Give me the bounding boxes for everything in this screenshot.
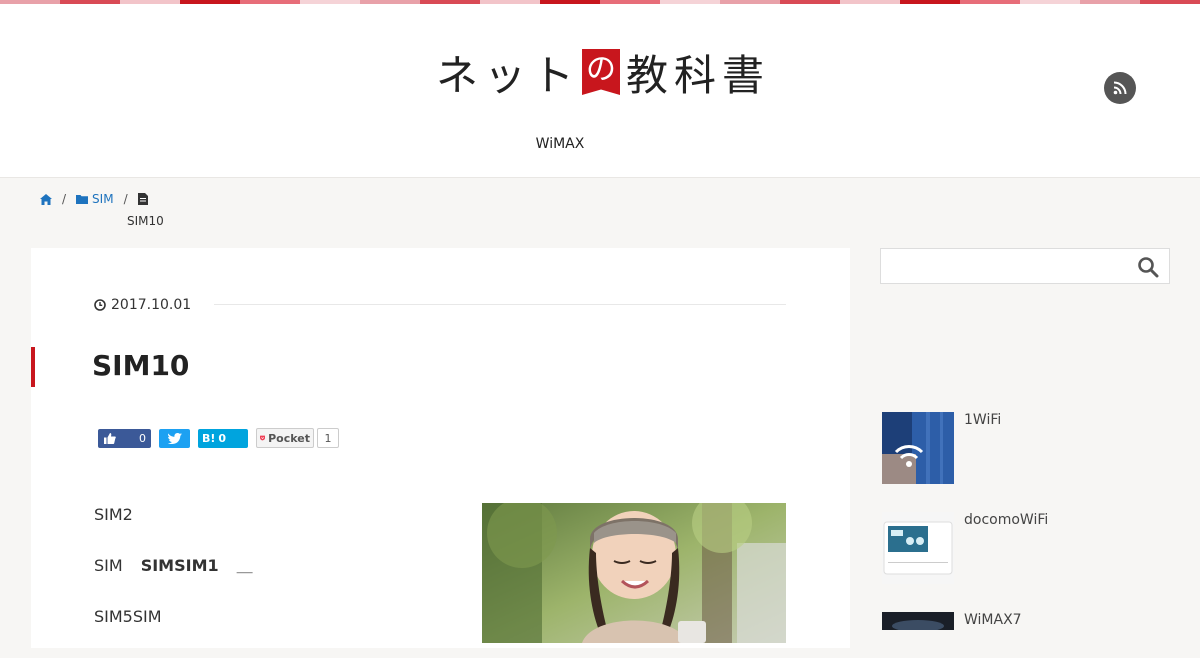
site-logo[interactable]: ネット の 教科書: [436, 44, 770, 100]
hatena-count: 0: [218, 431, 227, 445]
article-photo: [482, 503, 786, 643]
paragraph-text: ＿: [236, 556, 253, 575]
post-title: WiMAX7: [964, 612, 1022, 628]
breadcrumb-home[interactable]: [40, 193, 52, 205]
paragraph: SIM5SIM: [94, 607, 162, 626]
logo-text-after: 教科書: [626, 50, 771, 100]
title-accent-bar: [31, 347, 35, 387]
rss-icon: [1113, 81, 1127, 95]
breadcrumb-category[interactable]: SIM: [76, 192, 114, 206]
post-title: 1WiFi: [964, 412, 1002, 428]
rss-button[interactable]: [1104, 72, 1136, 104]
pocket-button[interactable]: Pocket: [256, 428, 314, 448]
share-buttons: 0 B! 0 Pocket 1: [98, 428, 339, 448]
logo-badge: の: [582, 49, 621, 95]
search-button[interactable]: [1137, 256, 1159, 278]
breadcrumb-current: SIM10: [127, 214, 164, 228]
hatena-label: B!: [202, 431, 216, 445]
logo-text-before: ネット: [436, 50, 581, 100]
post-title: docomoWiFi: [964, 512, 1049, 528]
nav-item-wimax[interactable]: WiMAX: [510, 136, 610, 152]
sidebar-search: [880, 248, 1170, 284]
search-icon: [1138, 257, 1159, 278]
breadcrumb-separator: /: [123, 192, 128, 206]
pocket-icon: [260, 435, 266, 441]
pocket-label: Pocket: [268, 431, 310, 445]
paragraph-bold-text: SIMSIM1: [140, 556, 219, 575]
article-body: SIM2 SIM SIMSIM1 ＿ SIM5SIM: [94, 505, 253, 658]
article-title: SIM10: [92, 349, 190, 382]
post-date-text: 2017.10.01: [111, 297, 192, 313]
search-input[interactable]: [881, 249, 1131, 283]
post-thumbnail: [882, 512, 954, 584]
post-date: 2017.10.01: [94, 297, 191, 313]
twitter-icon: [167, 432, 182, 444]
folder-icon: [76, 195, 89, 204]
thumbs-up-icon: [104, 432, 116, 444]
post-thumbnail: [882, 412, 954, 484]
facebook-count: 0: [139, 431, 146, 445]
article-card: 2017.10.01 SIM10 0 B! 0 Pocket 1 SIM2 SI…: [31, 248, 850, 648]
paragraph-text: SIM: [94, 556, 123, 575]
hatena-bookmark-button[interactable]: B! 0: [198, 428, 248, 448]
facebook-like-button[interactable]: 0: [98, 428, 151, 448]
date-divider: [214, 304, 786, 305]
breadcrumb-separator: /: [62, 192, 67, 206]
pocket-count: 1: [317, 428, 339, 448]
paragraph: SIM SIMSIM1 ＿: [94, 556, 253, 576]
breadcrumb: / SIM / SIM10: [40, 192, 164, 228]
paragraph: SIM2: [94, 505, 133, 524]
clock-icon: [94, 299, 106, 311]
home-icon: [40, 193, 52, 205]
post-thumbnail: [882, 612, 954, 630]
document-icon: [137, 193, 148, 205]
breadcrumb-category-label: SIM: [92, 192, 114, 206]
twitter-share-button[interactable]: [159, 428, 190, 448]
site-header: ネット の 教科書 WiMAX: [0, 4, 1200, 178]
